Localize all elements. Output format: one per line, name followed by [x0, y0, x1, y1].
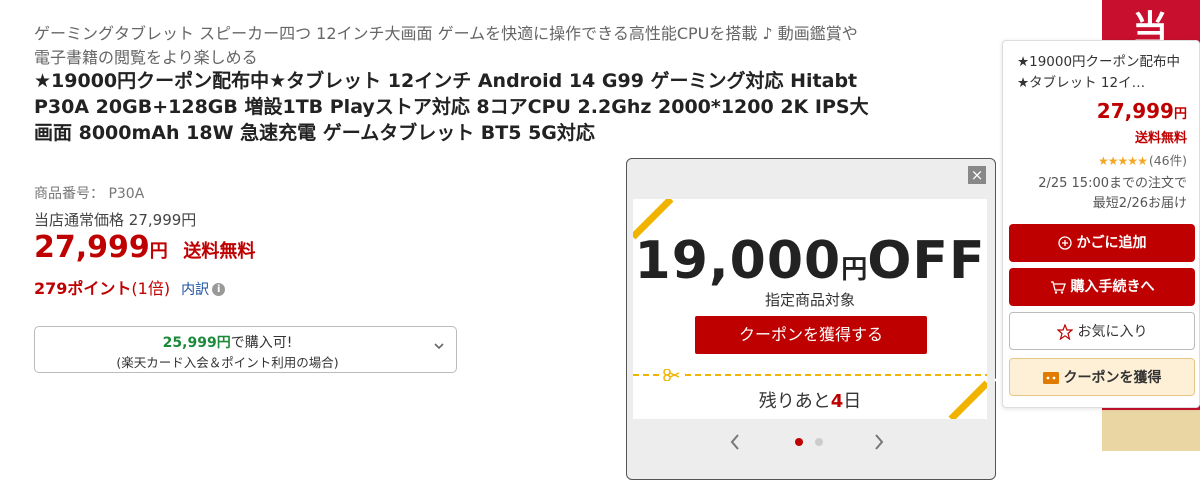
cart-icon	[1050, 281, 1066, 294]
product-catchcopy: ゲーミングタブレット スピーカー四つ 12インチ大画面 ゲームを快適に操作できる…	[34, 24, 858, 67]
card-offer-condition: (楽天カード入会＆ポイント利用の場合)	[116, 355, 339, 370]
review-count: (46件)	[1148, 153, 1187, 168]
item-number-value: P30A	[108, 186, 145, 202]
coupon-target: 指定商品対象	[764, 291, 855, 309]
price-value: 27,999	[34, 230, 150, 265]
info-icon[interactable]: i	[212, 283, 226, 296]
coupon-amount-value: 19,000	[634, 231, 842, 291]
chevron-down-icon	[434, 343, 444, 350]
chevron-left-icon[interactable]	[729, 433, 741, 451]
points-row: 279ポイント(1倍) 内訳 i	[34, 275, 226, 299]
points-value: 279ポイント	[34, 279, 132, 298]
item-number-label: 商品番号：	[34, 186, 104, 202]
panel-free-shipping: 送料無料	[1134, 131, 1187, 146]
panel-price-value: 27,999	[1096, 99, 1174, 123]
coupon-popup: × 19,000円OFF 指定商品対象 クーポンを獲得する 残りあと4日	[626, 158, 996, 480]
card-offer-price: 25,999円	[162, 335, 231, 351]
normal-price-label: 当店通常価格	[34, 211, 125, 229]
carousel-dot[interactable]	[815, 438, 823, 446]
panel-price: 27,999円	[1097, 99, 1187, 123]
add-to-cart-label: かごに追加	[1076, 235, 1147, 251]
chevron-right-icon[interactable]	[873, 433, 885, 451]
get-coupon-panel-button[interactable]: クーポンを獲得	[1009, 358, 1195, 396]
coupon-amount: 19,000円OFF	[633, 231, 987, 291]
coupon-card: 19,000円OFF 指定商品対象 クーポンを獲得する 残りあと4日	[633, 199, 987, 419]
get-coupon-button[interactable]: クーポンを獲得する	[695, 316, 927, 354]
plus-circle-icon	[1057, 236, 1072, 250]
remain-prefix: 残りあと	[758, 391, 831, 412]
coupon-amount-yen: 円	[841, 255, 868, 285]
coupon-icon	[1042, 372, 1059, 384]
delivery-deadline: 2/25 15:00までの注文で	[1038, 176, 1187, 191]
points-breakdown-link[interactable]: 内訳	[181, 282, 209, 298]
scissors-icon	[633, 369, 987, 381]
panel-product-title[interactable]: ★19000円クーポン配布中★タブレット 12イ…	[1017, 52, 1189, 94]
star-rating-icon: ★★★★★	[1098, 154, 1148, 168]
card-offer-price-line: 25,999円で購入可!	[35, 332, 420, 352]
card-offer-dropdown[interactable]: 25,999円で購入可! (楽天カード入会＆ポイント利用の場合)	[34, 326, 457, 373]
checkout-label: 購入手続きへ	[1070, 279, 1155, 295]
remain-suffix: 日	[843, 391, 862, 412]
coupon-amount-off: OFF	[867, 231, 986, 291]
close-icon[interactable]: ×	[968, 166, 986, 184]
delivery-date: 最短2/26お届け	[1092, 196, 1187, 211]
card-offer-suffix: で購入可!	[230, 335, 293, 351]
free-shipping-label: 送料無料	[183, 241, 256, 262]
normal-price: 当店通常価格 27,999円	[34, 209, 196, 230]
get-coupon-panel-label: クーポンを獲得	[1063, 370, 1162, 386]
carousel-dot-active[interactable]	[795, 438, 803, 446]
product-title: ★19000円クーポン配布中★タブレット 12インチ Android 14 G9…	[34, 70, 869, 144]
item-number: 商品番号： P30A	[34, 183, 144, 203]
favorite-button[interactable]: お気に入り	[1009, 312, 1195, 350]
panel-price-unit: 円	[1173, 107, 1187, 122]
checkout-button[interactable]: 購入手続きへ	[1009, 268, 1195, 306]
star-outline-icon	[1056, 324, 1073, 340]
sticky-purchase-panel: ★19000円クーポン配布中★タブレット 12イ… 27,999円 送料無料 ★…	[1002, 40, 1200, 408]
favorite-label: お気に入り	[1077, 324, 1148, 340]
coupon-remaining: 残りあと4日	[633, 387, 987, 413]
price-row: 27,999円 送料無料	[34, 230, 255, 265]
price-unit: 円	[149, 241, 168, 262]
panel-rating[interactable]: ★★★★★ (46件)	[1098, 150, 1187, 169]
remain-days: 4	[830, 391, 844, 412]
points-multiplier: (1倍)	[131, 279, 171, 298]
edge-banner-strip	[1102, 410, 1200, 451]
add-to-cart-button[interactable]: かごに追加	[1009, 224, 1195, 262]
normal-price-value: 27,999円	[128, 211, 197, 229]
delivery-info: 2/25 15:00までの注文で 最短2/26お届け	[1007, 174, 1187, 214]
